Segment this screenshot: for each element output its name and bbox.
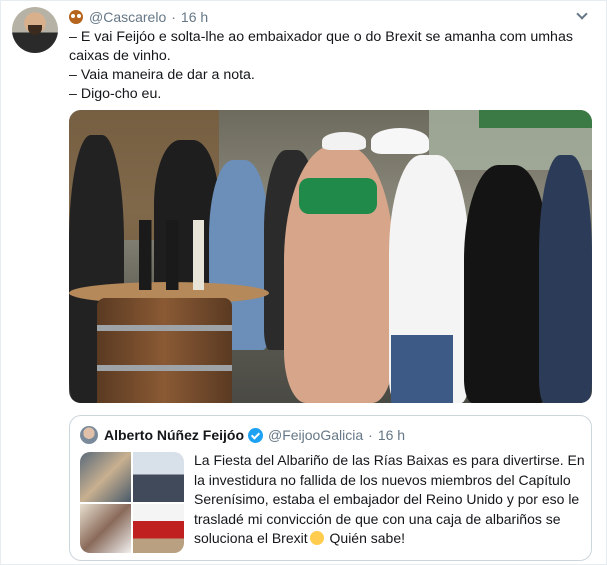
separator-dot: · (368, 427, 373, 443)
quoted-avatar[interactable] (80, 426, 98, 444)
winking-face-emoji-icon (309, 531, 324, 545)
photo-barrel-hoop (97, 365, 232, 371)
tweet-header: @Cascarelo · 16 h (69, 8, 208, 26)
thumbnail-image (80, 504, 131, 553)
thumbnail-image (133, 452, 184, 502)
tweet-photo[interactable] (69, 110, 592, 403)
verified-badge-icon (248, 427, 263, 443)
thumbnail-image (80, 452, 131, 502)
photo-green-scarf (299, 178, 377, 214)
quoted-timestamp[interactable]: 16 h (378, 427, 405, 443)
quoted-author-handle[interactable]: @FeijooGalicia (268, 427, 363, 443)
photo-barrel (97, 298, 232, 403)
photo-white-hat (322, 132, 366, 150)
tweet-line-1: – E vai Feijóo e solta-lhe ao embaixador… (69, 29, 577, 64)
quoted-text-end: Quién sabe! (325, 530, 406, 546)
owl-emoji-icon (69, 10, 83, 24)
separator-dot: · (171, 9, 176, 25)
quoted-tweet-text: La Fiesta del Albariño de las Rías Baixa… (194, 451, 586, 549)
photo-person (464, 165, 549, 403)
avatar[interactable] (12, 7, 58, 53)
avatar-beard (28, 25, 42, 35)
quoted-author-name[interactable]: Alberto Núñez Feijóo (104, 427, 244, 443)
chevron-down-icon[interactable] (576, 8, 588, 20)
tweet[interactable]: @Cascarelo · 16 h – E vai Feijóo e solta… (0, 0, 607, 565)
quoted-tweet-header: Alberto Núñez Feijóo @FeijooGalicia · 16… (80, 425, 405, 445)
tweet-line-2: – Vaia maneira de dar a nota. (69, 67, 255, 83)
quoted-tweet[interactable]: Alberto Núñez Feijóo @FeijooGalicia · 16… (69, 415, 592, 561)
timestamp[interactable]: 16 h (181, 9, 208, 25)
photo-person (539, 155, 592, 403)
thumbnail-image (133, 504, 184, 553)
tweet-line-3: – Digo-cho eu. (69, 86, 162, 102)
author-handle[interactable]: @Cascarelo (89, 9, 166, 25)
tweet-text: – E vai Feijóo e solta-lhe ao embaixador… (69, 28, 594, 104)
photo-barrel-hoop (97, 325, 232, 331)
photo-white-hat (371, 128, 429, 154)
quoted-media-thumbnail[interactable] (80, 452, 184, 553)
photo-awning (479, 110, 592, 128)
photo-bottles (139, 220, 229, 290)
photo-jeans (391, 335, 453, 403)
